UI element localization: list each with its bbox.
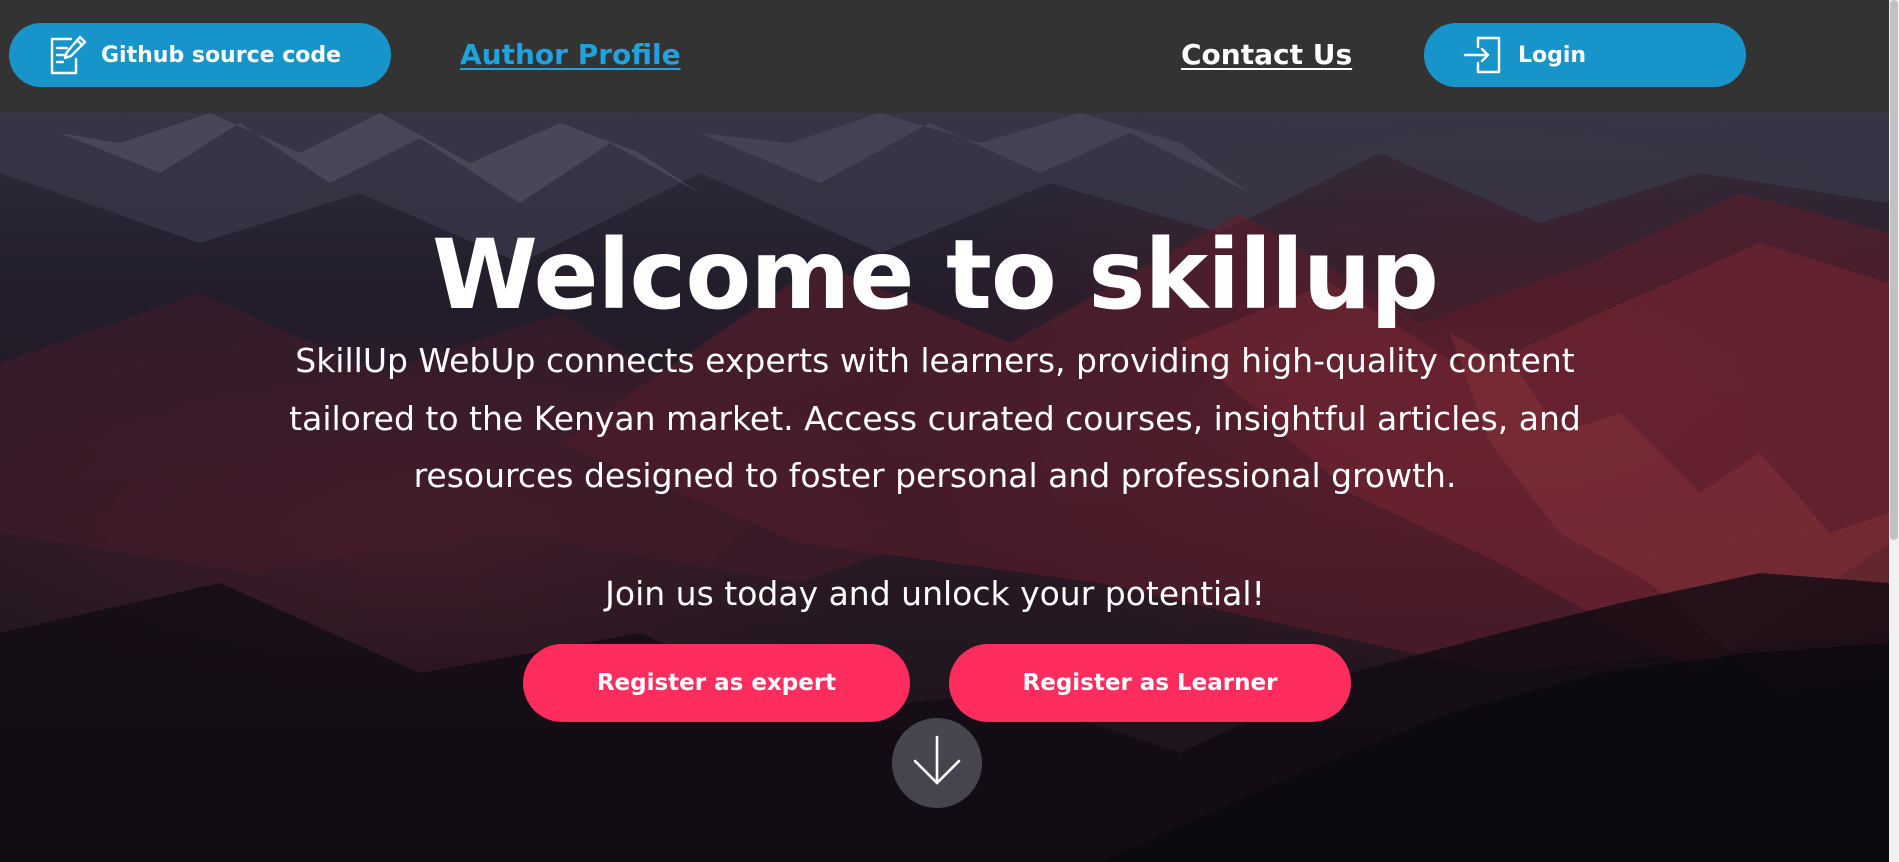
register-learner-label: Register as Learner: [1022, 670, 1278, 696]
page-scrollbar[interactable]: [1889, 0, 1899, 862]
login-arrow-icon: [1462, 34, 1504, 76]
register-expert-label: Register as expert: [596, 670, 837, 696]
github-source-button[interactable]: Github source code: [9, 23, 391, 87]
contact-us-link[interactable]: Contact Us: [1181, 38, 1352, 71]
scroll-down-button[interactable]: [892, 718, 982, 808]
register-expert-button[interactable]: Register as expert: [523, 644, 910, 722]
login-button[interactable]: Login: [1424, 23, 1746, 87]
hero-description: SkillUp WebUp connects experts with lear…: [289, 341, 1581, 495]
hero-cta-text: Join us today and unlock your potential!: [605, 574, 1265, 613]
top-nav-bar: Github source code Author Profile Contac…: [0, 0, 1889, 113]
author-profile-link[interactable]: Author Profile: [460, 38, 681, 71]
arrow-down-icon: [911, 733, 963, 793]
github-source-label: Github source code: [101, 42, 342, 68]
login-label: Login: [1518, 42, 1587, 68]
hero-section: Welcome to skillup SkillUp WebUp connect…: [0, 113, 1889, 862]
edit-document-icon: [47, 34, 87, 76]
hero-title: Welcome to skillup: [432, 219, 1439, 332]
scrollbar-thumb[interactable]: [1890, 0, 1898, 540]
register-learner-button[interactable]: Register as Learner: [949, 644, 1351, 722]
